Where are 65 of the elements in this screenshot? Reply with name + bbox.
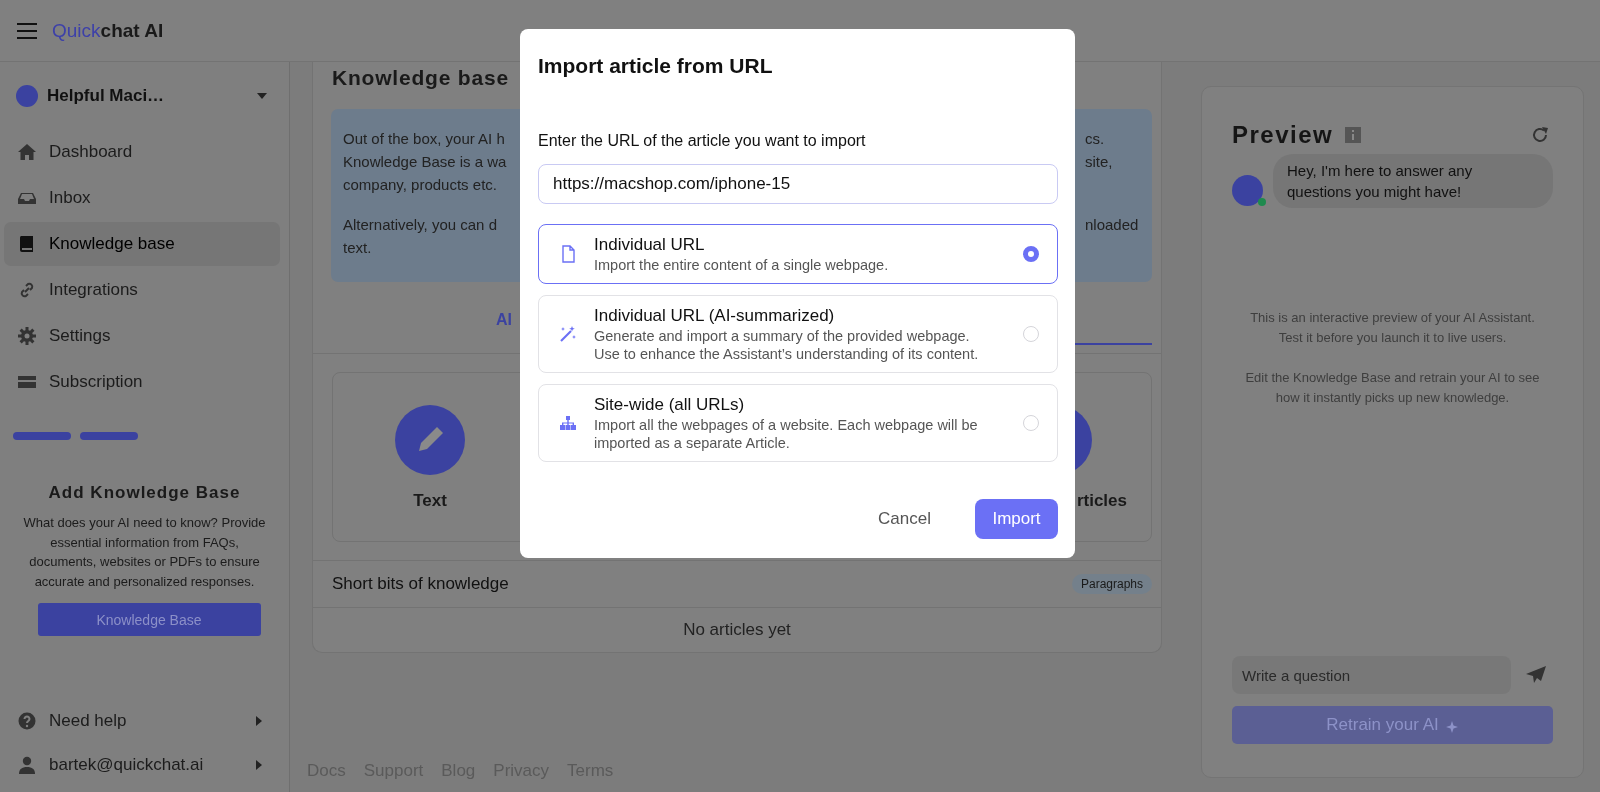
sitemap-icon	[559, 414, 577, 432]
section-title: Short bits of knowledge	[332, 574, 509, 594]
menu-item[interactable]: bartek@quickchat.ai	[4, 743, 280, 787]
info-text: text.	[343, 238, 372, 258]
promo-title: Add Knowledge Base	[47, 483, 242, 503]
radio-button[interactable]	[1023, 246, 1039, 262]
menu-item[interactable]: Need help	[4, 699, 280, 743]
import-option[interactable]: Site-wide (all URLs) Import all the webpages of a website. Each webpage will be imported as a separate Article.	[538, 384, 1058, 462]
arrow-icon	[256, 716, 262, 726]
nav-item[interactable]: Dashboard	[4, 130, 280, 174]
cancel-button[interactable]: Cancel	[872, 508, 937, 530]
card-icon	[18, 373, 36, 391]
nav-item[interactable]: Knowledge base	[4, 222, 280, 266]
info-text: site,	[1085, 152, 1113, 172]
info-icon[interactable]	[1345, 127, 1362, 143]
import-option[interactable]: Individual URL Import the entire content of a single webpage.	[538, 224, 1058, 284]
preview-title: Preview	[1232, 121, 1334, 149]
file-icon	[559, 245, 577, 263]
avatar-icon	[16, 85, 38, 107]
menu-icon[interactable]	[17, 22, 37, 39]
info-text: Out of the box, your AI h	[343, 129, 505, 149]
dialog-title: Import article from URL	[538, 53, 774, 79]
url-field[interactable]: https://macshop.com/iphone-15	[538, 164, 1058, 204]
hint-text: This is an interactive preview of your AI Assistant. Test it before you launch it to live users.	[1249, 309, 1536, 347]
arrow-icon	[256, 760, 262, 770]
option-title: Individual URL (AI-summarized)	[594, 305, 836, 327]
info-text: nloaded	[1085, 215, 1139, 235]
paragraphs-tag: Paragraphs	[1071, 574, 1152, 594]
import-button[interactable]: Import	[975, 499, 1058, 539]
book-icon	[18, 235, 36, 253]
chat-bubble: Hey, I'm here to answer any questions you might have!	[1273, 154, 1553, 208]
home-icon	[18, 143, 36, 161]
link-icon	[18, 281, 36, 299]
info-text: cs.	[1085, 129, 1105, 149]
info-text: Alternatively, you can d	[343, 215, 497, 235]
info-text: company, products etc.	[343, 175, 497, 195]
logo: Quickchat AI	[52, 19, 164, 42]
promo-text: What does your AI need to know? Provide essential information from FAQs, documents, websites or PDFs to ensure accurate and personalized responses.	[22, 514, 267, 591]
option-description: Import all the webpages of a website. Each webpage will be imported as a separate Article.	[594, 416, 979, 452]
option-description: Generate and import a summary of the provided webpage. Use to enhance the Assistant’s understanding of its content.	[594, 327, 980, 363]
field-label: Enter the URL of the article you want to import	[538, 131, 867, 151]
nav-item[interactable]: Subscription	[4, 360, 280, 404]
caret-icon	[257, 93, 267, 99]
magic-wand-icon	[559, 325, 577, 343]
help-icon	[18, 712, 36, 730]
empty-message: No articles yet	[682, 619, 792, 641]
nav-item[interactable]: Inbox	[4, 176, 280, 220]
nav-item[interactable]: Integrations	[4, 268, 280, 312]
import-option[interactable]: Individual URL (AI-summarized) Generate and import a summary of the provided webpage. Use to enhance the Assistant’s understanding of its content.	[538, 295, 1058, 373]
question-field[interactable]: Write a question	[1232, 656, 1511, 694]
tab[interactable]: AI	[496, 311, 512, 329]
option-description: Import the entire content of a single webpage.	[594, 256, 890, 274]
settings-icon	[18, 327, 36, 345]
pencil-icon	[395, 405, 465, 475]
send-icon[interactable]	[1526, 666, 1546, 684]
hint-text: Edit the Knowledge Base and retrain your AI to see how it instantly picks up new knowledge.	[1244, 369, 1541, 407]
option-title: Site-wide (all URLs)	[594, 394, 746, 416]
nav-item[interactable]: Settings	[4, 314, 280, 358]
knowledge-base-button[interactable]: Knowledge Base	[37, 603, 261, 636]
option-title: Individual URL	[594, 234, 706, 256]
info-text: Knowledge Base is a wa	[343, 152, 507, 172]
user-icon	[18, 756, 36, 774]
refresh-icon[interactable]	[1531, 126, 1549, 144]
workspace-selector[interactable]: Helpful Maci…	[0, 82, 289, 110]
page-title: Knowledge base	[332, 65, 509, 91]
